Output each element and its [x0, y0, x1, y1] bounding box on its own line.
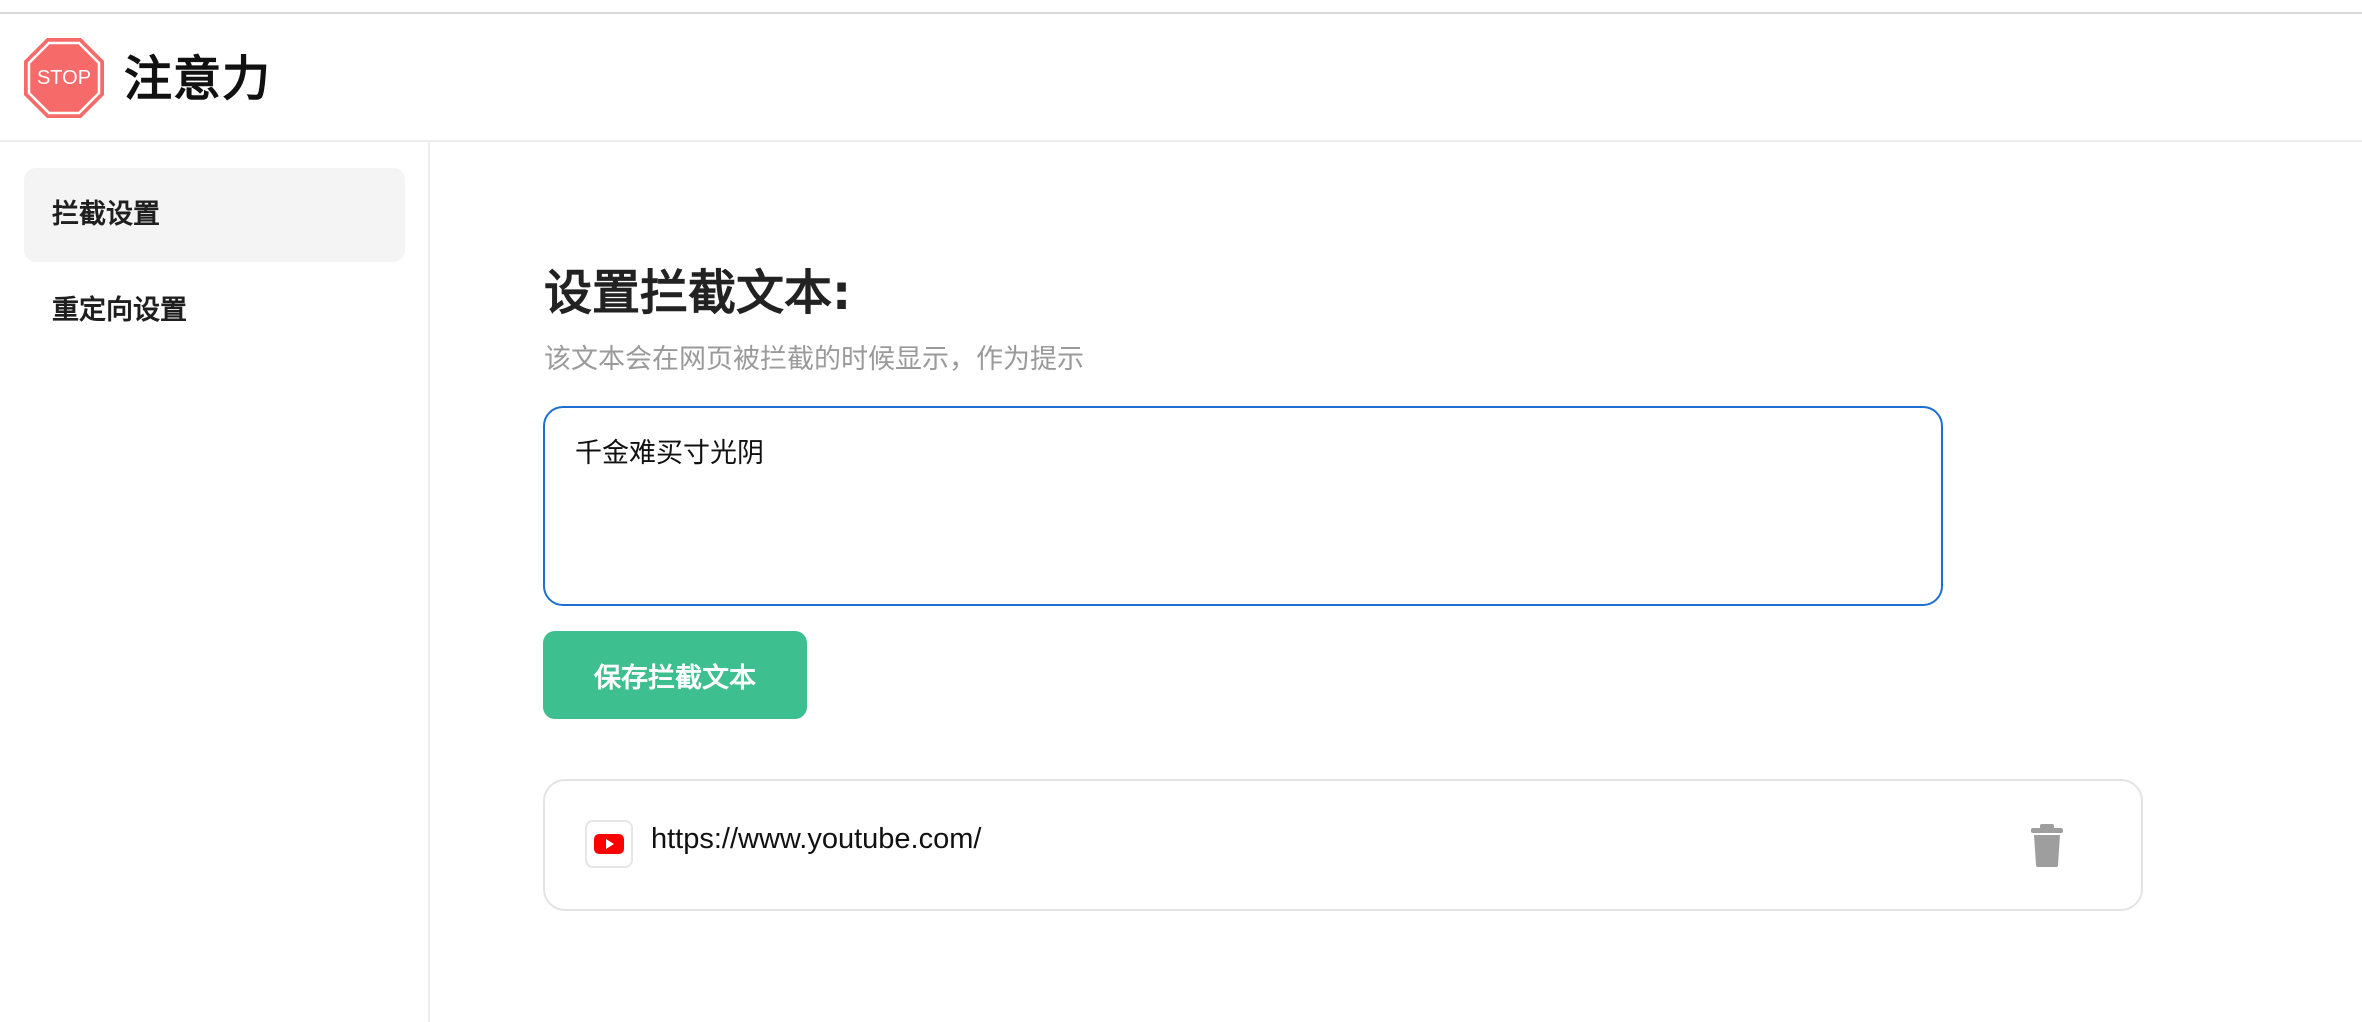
site-url: https://www.youtube.com/ — [651, 823, 982, 855]
block-text-input[interactable]: 千金难买寸光阴 — [543, 406, 1943, 606]
section-title: 设置拦截文本: — [544, 265, 852, 321]
main-content: 设置拦截文本: 该文本会在网页被拦截的时候显示，作为提示 千金难买寸光阴 保存拦… — [430, 142, 2362, 1022]
trash-icon — [2031, 824, 2063, 867]
logo-text: STOP — [36, 67, 92, 89]
sidebar: 拦截设置 重定向设置 — [0, 142, 430, 1022]
sidebar-item-redirect-settings[interactable]: 重定向设置 — [24, 264, 405, 358]
stop-sign-logo: STOP — [22, 36, 106, 120]
delete-site-button[interactable] — [2025, 821, 2069, 869]
section-description: 该文本会在网页被拦截的时候显示，作为提示 — [544, 344, 1084, 375]
app-title: 注意力 — [124, 51, 272, 107]
sidebar-item-label: 重定向设置 — [52, 295, 187, 326]
sidebar-item-block-settings[interactable]: 拦截设置 — [24, 168, 405, 262]
youtube-icon — [585, 820, 633, 868]
save-block-text-button[interactable]: 保存拦截文本 — [543, 631, 807, 719]
app-header: STOP 注意力 — [0, 14, 2362, 142]
sidebar-item-label: 拦截设置 — [52, 199, 160, 230]
blocked-site-item: https://www.youtube.com/ — [543, 779, 2143, 911]
